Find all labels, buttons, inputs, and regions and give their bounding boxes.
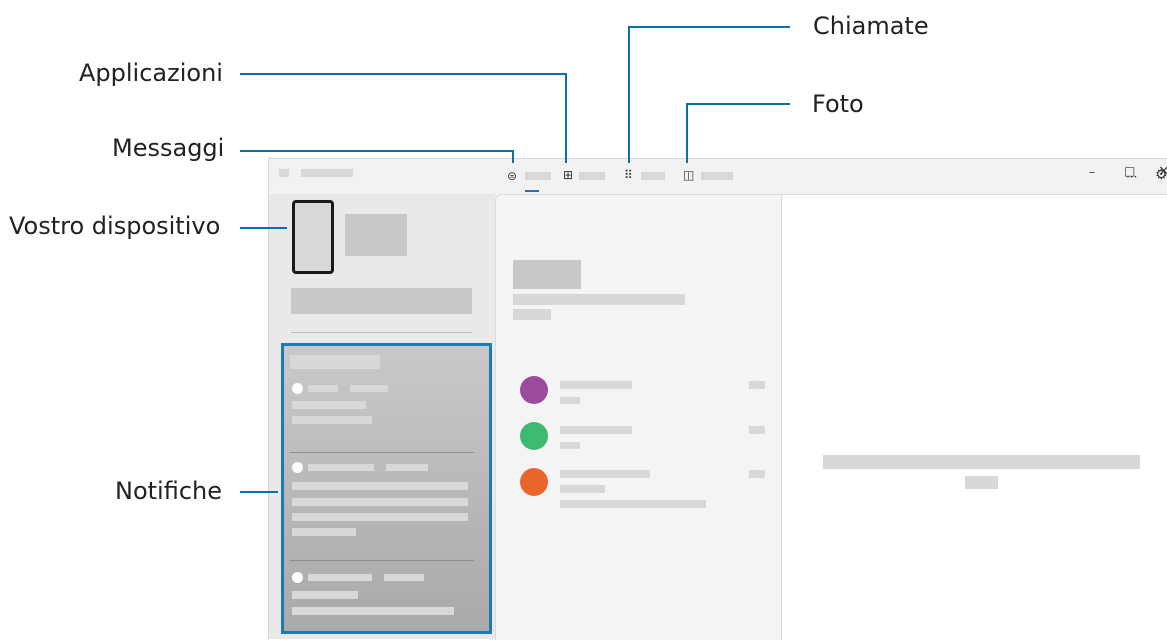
conversation-item[interactable]: [496, 463, 782, 511]
device-status: [291, 288, 472, 314]
callout-device: Vostro dispositivo: [9, 212, 221, 240]
message-preview: [560, 485, 605, 493]
photos-icon: ◫: [683, 168, 695, 182]
app-window: – □ × ⊜ ⊞ ⠿ ◫ ··· ⚙: [268, 158, 1167, 640]
callout-line-messages: [240, 150, 514, 152]
notification-body: [292, 591, 358, 599]
tab-calls[interactable]: ⠿: [624, 167, 684, 195]
messages-count: [513, 309, 551, 320]
message-preview: [560, 442, 580, 449]
tab-photos[interactable]: ◫: [683, 167, 743, 195]
divider: [290, 452, 474, 453]
message-preview: [560, 500, 706, 508]
app-icon: [292, 572, 303, 583]
tab-label: [579, 172, 605, 180]
callout-apps: Applicazioni: [79, 59, 223, 87]
notification-title: [292, 401, 366, 409]
tab-messages[interactable]: ⊜: [505, 167, 565, 195]
messages-subtitle: [513, 294, 685, 305]
notification-body: [292, 498, 468, 506]
device-pane: [269, 194, 495, 639]
callout-line-apps: [565, 73, 567, 163]
callout-line-calls: [628, 26, 630, 163]
notification-body: [292, 416, 372, 424]
app-title: [301, 169, 353, 177]
gear-icon[interactable]: ⚙: [1155, 168, 1167, 182]
callout-messages: Messaggi: [112, 134, 225, 162]
empty-state-action: [965, 476, 998, 489]
apps-icon: ⊞: [563, 168, 574, 182]
notification-body: [292, 528, 356, 536]
callout-line-messages: [512, 150, 514, 163]
tab-apps[interactable]: ⊞: [561, 167, 621, 195]
conversation-view: [781, 194, 1167, 640]
callout-line-photos: [686, 103, 790, 105]
callout-line-notifications: [240, 491, 278, 493]
contact-avatar: [520, 376, 548, 404]
conversation-item[interactable]: [496, 417, 782, 457]
notification-item[interactable]: [284, 462, 489, 552]
empty-state-text: [823, 455, 1140, 469]
divider: [290, 560, 474, 561]
notification-time: [386, 464, 428, 471]
notification-app-name: [308, 574, 372, 581]
message-time: [749, 381, 765, 389]
notification-body: [292, 482, 468, 490]
tab-label: [641, 172, 665, 180]
callout-line-photos: [686, 103, 688, 163]
calls-icon: ⠿: [624, 168, 633, 182]
app-logo: [279, 169, 289, 177]
callout-line-calls: [628, 26, 790, 28]
message-icon: ⊜: [507, 169, 518, 183]
notification-body: [292, 607, 454, 615]
active-tab-indicator: [525, 190, 539, 192]
notification-app-name: [308, 385, 338, 392]
notification-time: [350, 385, 388, 392]
tab-label: [525, 172, 551, 180]
message-preview: [560, 397, 580, 404]
more-icon[interactable]: ···: [1126, 171, 1137, 183]
messages-pane: [495, 194, 782, 640]
notifications-header: [290, 355, 380, 369]
app-icon: [292, 462, 303, 473]
contact-name: [560, 381, 632, 389]
notification-body: [292, 513, 468, 521]
callout-notifications: Notifiche: [115, 477, 223, 505]
notification-item[interactable]: [284, 570, 489, 630]
contact-avatar: [520, 468, 548, 496]
notification-time: [384, 574, 424, 581]
contact-name: [560, 426, 632, 434]
callout-calls: Chiamate: [813, 12, 929, 40]
contact-avatar: [520, 422, 548, 450]
notifications-panel: [281, 343, 492, 634]
notification-item[interactable]: [284, 379, 489, 459]
divider: [291, 332, 472, 333]
callout-photos: Foto: [812, 90, 864, 118]
messages-title: [513, 260, 581, 289]
contact-name: [560, 470, 650, 478]
device-name: [345, 214, 407, 256]
callout-line-device: [240, 227, 287, 229]
notification-app-name: [308, 464, 374, 471]
app-icon: [292, 383, 303, 394]
callout-line-apps: [240, 73, 567, 75]
conversation-item[interactable]: [496, 370, 782, 410]
tab-label: [701, 172, 733, 180]
message-time: [749, 426, 765, 434]
phone-image[interactable]: [292, 200, 334, 274]
minimize-icon[interactable]: –: [1089, 166, 1095, 178]
message-time: [749, 470, 765, 478]
